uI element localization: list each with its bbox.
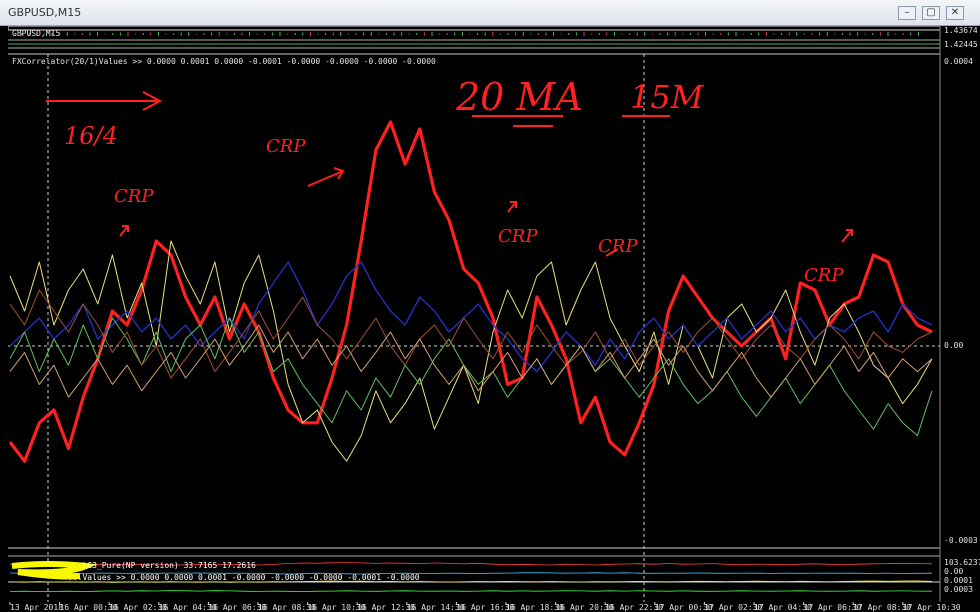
x-axis-ticks: 13 Apr 201816 Apr 00:3016 Apr 02:3016 Ap… [9,602,961,612]
x-tick-label-0: 13 Apr 2018 [10,603,63,612]
chart-frame[interactable]: 13 Apr 2018 16 Apr 00:30 16 Apr 02:30 16 Ap… [8,26,980,612]
chart-canvas[interactable]: 13 Apr 201816 Apr 00:3016 Apr 02:3016 Ap… [8,26,980,612]
scale-d: 0.0003 [944,585,973,594]
crp-label-1: CRP [114,186,154,207]
restore-button[interactable]: ▢ [922,6,940,20]
scale-a: 103.6237 [944,558,980,567]
minimize-button[interactable]: – [898,6,916,20]
values-label: ...Values >> 0.0000 0.0000 0.0001 -0.000… [68,573,420,582]
symbol-label: GBPUSD,M15 [12,29,61,38]
annotation-arrows-crp [119,167,853,257]
scale-top: 0.0004 [944,57,973,66]
window-titlebar: GBPUSD,M15 – ▢ ✕ [0,0,980,26]
rsi-label: ...LC3_Pure(NP version) 33.7165 17.2616 [68,561,256,570]
date-note: 16/4 [64,122,118,150]
price-second: 1.42445 [944,40,978,49]
price-top: 1.43674 [944,26,978,35]
mini-price-bars [8,32,940,45]
series-line-0 [8,120,933,463]
crp-label-5: CRP [804,265,844,286]
main-panel-border [8,26,941,31]
scale-b: 0.00 [944,567,964,576]
crp-label-4: CRP [598,236,638,257]
series-line-5 [9,324,933,398]
ma-note: 20 MA [455,75,583,119]
series-line-3 [9,317,933,437]
annotation-arrow-left [46,91,163,111]
x-tick-label-18: 17 Apr 10:30 [903,603,961,612]
crp-label-3: CRP [498,226,538,247]
close-button[interactable]: ✕ [946,6,964,20]
scale-bottom: -0.0003 [944,536,978,545]
crp-label-2: CRP [266,136,306,157]
scale-c: 0.0001 [944,576,973,585]
tf-note: 15M [630,78,705,116]
series-line-4 [9,289,933,379]
window-title: GBPUSD,M15 [8,6,82,19]
scale-zero: 0.00 [944,341,964,350]
indicator-label: FXCorrelator(20/1)Values >> 0.0000 0.000… [12,57,436,66]
series-group [8,120,933,463]
bottom-line-3 [9,590,933,593]
